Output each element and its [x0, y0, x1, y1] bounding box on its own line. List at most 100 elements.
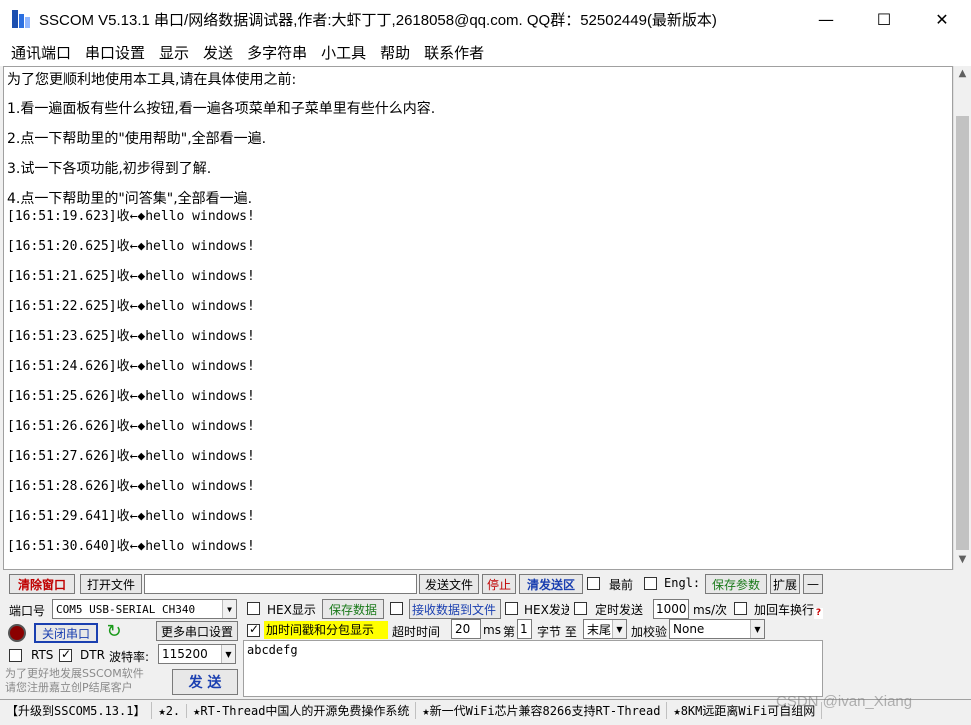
maximize-button[interactable]: ☐	[855, 0, 913, 38]
log-line: [16:51:28.626]收←◆hello windows!	[7, 479, 255, 494]
send-textarea[interactable]: abcdefg	[243, 640, 823, 697]
menu-serial-settings[interactable]: 串口设置	[78, 42, 152, 63]
topmost-checkbox[interactable]	[587, 577, 600, 590]
timeout-label: 超时时间	[392, 625, 441, 639]
rts-label: RTS	[31, 648, 54, 662]
nth-label: 第	[503, 625, 516, 639]
dropdown-arrow-icon: ▼	[612, 620, 626, 638]
menu-contact[interactable]: 联系作者	[417, 42, 491, 63]
status-item: ★RT-Thread中国人的开源免费操作系统	[187, 702, 417, 719]
baud-value: 115200	[162, 647, 208, 661]
status-item: ★2.	[152, 703, 188, 718]
close-port-button[interactable]: 关闭串口	[34, 623, 98, 643]
timestamp-label: 加时间戳和分包显示	[264, 621, 388, 639]
log-line: [16:51:19.623]收←◆hello windows!	[7, 209, 255, 224]
log-line: [16:51:27.626]收←◆hello windows!	[7, 449, 255, 464]
english-label: Engl:	[664, 576, 701, 590]
port-label: 端口号	[9, 604, 46, 618]
send-file-button[interactable]: 发送文件	[419, 574, 479, 594]
end-select[interactable]: 末尾 ▼	[583, 619, 627, 639]
intro-line: 3.试一下各项功能,初步得到了解.	[7, 161, 212, 177]
menu-tools[interactable]: 小工具	[314, 42, 373, 63]
intro-line: 2.点一下帮助里的"使用帮助",全部看一遍.	[7, 131, 267, 147]
collapse-button[interactable]: —	[803, 574, 823, 594]
add-crlf-checkbox[interactable]	[734, 602, 747, 615]
dtr-checkbox[interactable]	[59, 647, 72, 662]
clear-window-button[interactable]: 清除窗口	[9, 574, 75, 594]
save-params-button[interactable]: 保存参数	[705, 574, 767, 594]
rts-checkbox[interactable]	[9, 649, 22, 662]
scroll-up-icon[interactable]: ▲	[954, 68, 971, 82]
promo-text: 为了更好地发展SSCOM软件 请您注册嘉立创P结尾客户	[5, 667, 144, 694]
english-checkbox[interactable]	[644, 577, 657, 590]
port-status-icon	[8, 624, 26, 642]
recv-to-file-button[interactable]: 接收数据到文件	[409, 599, 501, 619]
clear-send-button[interactable]: 清发送区	[519, 574, 583, 594]
scroll-down-icon[interactable]: ▼	[954, 554, 971, 568]
log-line: [16:51:25.626]收←◆hello windows!	[7, 389, 255, 404]
dtr-label: DTR	[80, 648, 105, 662]
close-button[interactable]: ✕	[913, 0, 971, 38]
timeout-input[interactable]: 20	[451, 619, 481, 639]
status-upgrade[interactable]: 【升级到SSCOM5.13.1】	[0, 702, 153, 719]
window-title: SSCOM V5.13.1 串口/网络数据调试器,作者:大虾丁丁,2618058…	[39, 11, 717, 29]
file-path-input[interactable]	[144, 574, 417, 594]
hex-display-label: HEX显示	[267, 603, 316, 617]
menu-multi-string[interactable]: 多字符串	[240, 42, 314, 63]
checksum-value: None	[673, 622, 705, 636]
log-line: [16:51:29.641]收←◆hello windows!	[7, 509, 255, 524]
receive-scrollbar[interactable]: ▲ ▼	[953, 66, 970, 570]
add-crlf-label: 加回车换行	[754, 603, 814, 617]
log-line: [16:51:22.625]收←◆hello windows!	[7, 299, 255, 314]
stop-button[interactable]: 停止	[482, 574, 516, 594]
port-select[interactable]: COM5 USB-SERIAL CH340 ▼	[52, 599, 237, 619]
status-item: ★新一代WiFi芯片兼容8266支持RT-Thread	[416, 702, 668, 719]
receive-area[interactable]: 为了您更顺利地使用本工具,请在具体使用之前: 1.看一遍面板有些什么按钮,看一遍…	[3, 66, 953, 570]
intro-line: 1.看一遍面板有些什么按钮,看一遍各项菜单和子菜单里有些什么内容.	[7, 101, 436, 117]
baud-select[interactable]: 115200 ▼	[158, 644, 236, 664]
menu-send[interactable]: 发送	[196, 42, 240, 63]
hex-send-label: HEX发送	[524, 603, 569, 617]
title-bar: SSCOM V5.13.1 串口/网络数据调试器,作者:大虾丁丁,2618058…	[0, 0, 971, 38]
end-value: 末尾	[587, 622, 612, 637]
timestamp-checkbox[interactable]	[247, 622, 260, 637]
help-icon[interactable]: ?	[814, 608, 823, 619]
nth-input[interactable]: 1	[517, 619, 532, 639]
sscom-app-icon	[10, 8, 32, 30]
baud-label: 波特率:	[109, 650, 150, 664]
log-line: [16:51:26.626]收←◆hello windows!	[7, 419, 255, 434]
dropdown-arrow-icon: ▼	[222, 600, 236, 618]
menu-display[interactable]: 显示	[152, 42, 196, 63]
hex-display-checkbox[interactable]	[247, 602, 260, 615]
menu-port[interactable]: 通讯端口	[4, 42, 78, 63]
checksum-select[interactable]: None ▼	[669, 619, 765, 639]
expand-button[interactable]: 扩展	[770, 574, 800, 594]
log-line: [16:51:30.640]收←◆hello windows!	[7, 539, 255, 554]
menu-bar: 通讯端口 串口设置 显示 发送 多字符串 小工具 帮助 联系作者	[0, 38, 971, 66]
send-text: abcdefg	[247, 643, 298, 657]
dropdown-arrow-icon: ▼	[221, 645, 235, 663]
topmost-label: 最前	[609, 578, 634, 592]
scroll-thumb[interactable]	[956, 116, 969, 550]
log-line: [16:51:20.625]收←◆hello windows!	[7, 239, 255, 254]
log-line: [16:51:24.626]收←◆hello windows!	[7, 359, 255, 374]
hex-send-checkbox[interactable]	[505, 602, 518, 615]
more-serial-settings-button[interactable]: 更多串口设置	[156, 621, 238, 641]
timed-send-checkbox[interactable]	[574, 602, 587, 615]
refresh-icon[interactable]: ↻	[104, 622, 124, 642]
port-value: COM5 USB-SERIAL CH340	[56, 602, 196, 616]
log-line: [16:51:23.625]收←◆hello windows!	[7, 329, 255, 344]
save-data-button[interactable]: 保存数据	[322, 599, 384, 619]
send-button[interactable]: 发 送	[172, 669, 238, 695]
byte-to-label: 字节 至	[537, 625, 577, 639]
minimize-button[interactable]: —	[797, 0, 855, 38]
recv-to-file-checkbox[interactable]	[390, 602, 403, 615]
menu-help[interactable]: 帮助	[373, 42, 417, 63]
dropdown-arrow-icon: ▼	[750, 620, 764, 638]
open-file-button[interactable]: 打开文件	[80, 574, 142, 594]
interval-input[interactable]: 1000	[653, 599, 689, 619]
checksum-label: 加校验	[631, 625, 668, 639]
timeout-unit: ms	[483, 623, 501, 637]
timed-send-label: 定时发送	[595, 603, 644, 617]
intro-line: 为了您更顺利地使用本工具,请在具体使用之前:	[7, 72, 297, 88]
